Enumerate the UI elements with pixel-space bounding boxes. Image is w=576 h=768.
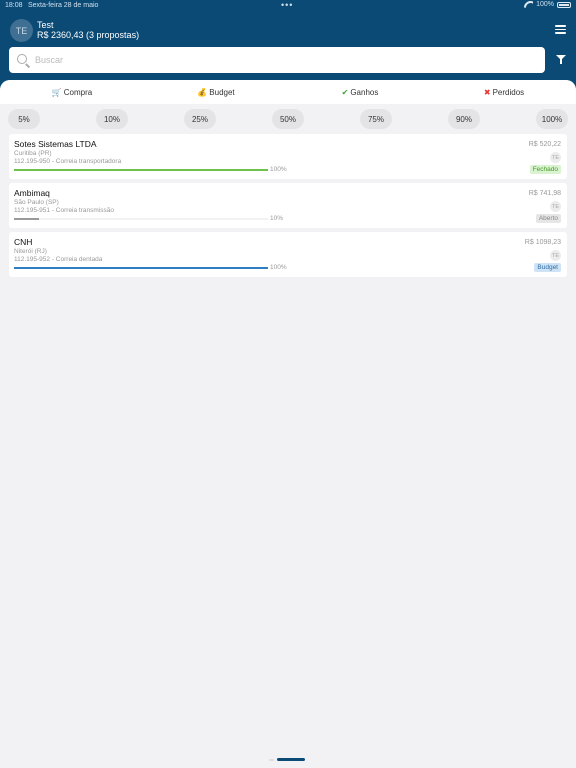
owner-avatar: TE (550, 201, 561, 212)
battery-percent: 100% (536, 1, 554, 8)
tab-perdidos-icon: ✖ (483, 87, 491, 97)
owner-avatar: TE (550, 152, 561, 163)
progress-label: 100% (270, 166, 287, 173)
home-indicator[interactable] (277, 758, 305, 761)
percent-filters: 5% 10% 25% 50% 75% 90% 100% (0, 109, 576, 129)
percent-filter-5[interactable]: 5% (8, 109, 40, 129)
battery-icon (557, 1, 571, 8)
percent-filter-10[interactable]: 10% (96, 109, 128, 129)
user-total: R$ 2360,43 (3 propostas) (37, 30, 140, 40)
wifi-icon (524, 1, 533, 8)
status-badge: Budget (534, 263, 561, 272)
multitask-dots-icon[interactable]: ••• (281, 0, 293, 10)
proposal-city: Curitiba (PR) (14, 150, 52, 157)
tab-ganhos[interactable]: ✔ Ganhos (288, 80, 432, 104)
filter-icon[interactable] (556, 55, 566, 64)
search-input[interactable] (35, 52, 535, 68)
proposal-company: Sotes Sistemas LTDA (14, 139, 97, 149)
proposal-company: CNH (14, 237, 33, 247)
proposal-city: São Paulo (SP) (14, 199, 59, 206)
progress-bar (14, 169, 268, 171)
owner-avatar: TE (550, 250, 561, 261)
tab-compra-icon: 🛒 (51, 87, 62, 97)
proposal-company: Ambimaq (14, 188, 50, 198)
proposal-reference: 112.195-950 - Correia transportadora (14, 158, 122, 165)
user-name: Test (37, 20, 54, 30)
search-icon (17, 54, 27, 64)
proposal-city: Niterói (RJ) (14, 248, 47, 255)
progress-label: 100% (270, 264, 287, 271)
percent-filter-90[interactable]: 90% (448, 109, 480, 129)
progress-bar-fill (14, 267, 268, 269)
tab-budget-icon: 💰 (197, 87, 208, 97)
status-time: 18:08 (5, 2, 23, 9)
proposal-value: R$ 1098,23 (524, 239, 561, 246)
status-badge: Fechado (529, 165, 561, 174)
progress-bar-fill (14, 169, 268, 171)
proposal-reference: 112.195-952 - Correia dentada (14, 256, 103, 263)
proposal-value: R$ 520,22 (528, 141, 561, 148)
tab-label: Ganhos (350, 87, 379, 97)
tab-ganhos-icon: ✔ (341, 87, 349, 97)
tab-compra[interactable]: 🛒 Compra (0, 80, 144, 104)
progress-bar (14, 267, 268, 269)
page-indicator-dot (269, 759, 274, 761)
category-tabs: 🛒 Compra 💰 Budget ✔ Ganhos ✖ Perdidos (0, 80, 576, 104)
tab-budget[interactable]: 💰 Budget (144, 80, 288, 104)
proposal-value: R$ 741,98 (528, 190, 561, 197)
percent-filter-25[interactable]: 25% (184, 109, 216, 129)
proposal-card[interactable]: Ambimaq São Paulo (SP) 112.195-951 - Corre… (9, 183, 567, 228)
progress-label: 10% (270, 215, 284, 222)
progress-bar-fill (14, 218, 40, 220)
proposals-sheet: 🛒 Compra 💰 Budget ✔ Ganhos ✖ Perdidos 5% 10% 25% 5… (0, 80, 576, 768)
user-avatar[interactable]: TE (10, 19, 33, 42)
status-bar: 18:08 Sexta-feira 28 de maio ••• 100% (0, 0, 576, 12)
hamburger-menu-icon[interactable] (555, 25, 566, 34)
proposal-reference: 112.195-951 - Correia transmissão (14, 207, 114, 214)
status-date: Sexta-feira 28 de maio (28, 2, 99, 9)
progress-bar (14, 218, 268, 220)
tab-perdidos[interactable]: ✖ Perdidos (432, 80, 576, 104)
proposal-card[interactable]: CNH Niterói (RJ) 112.195-952 - Correia den… (9, 232, 567, 277)
tab-label: Perdidos (492, 87, 525, 97)
proposal-card[interactable]: Sotes Sistemas LTDA Curitiba (PR) 112.195-… (9, 134, 567, 179)
percent-filter-50[interactable]: 50% (272, 109, 304, 129)
tab-label: Budget (209, 87, 235, 97)
status-badge: Aberto (535, 214, 561, 223)
tab-label: Compra (63, 87, 93, 97)
percent-filter-75[interactable]: 75% (360, 109, 392, 129)
search-bar[interactable] (9, 47, 545, 73)
percent-filter-100[interactable]: 100% (536, 109, 568, 129)
